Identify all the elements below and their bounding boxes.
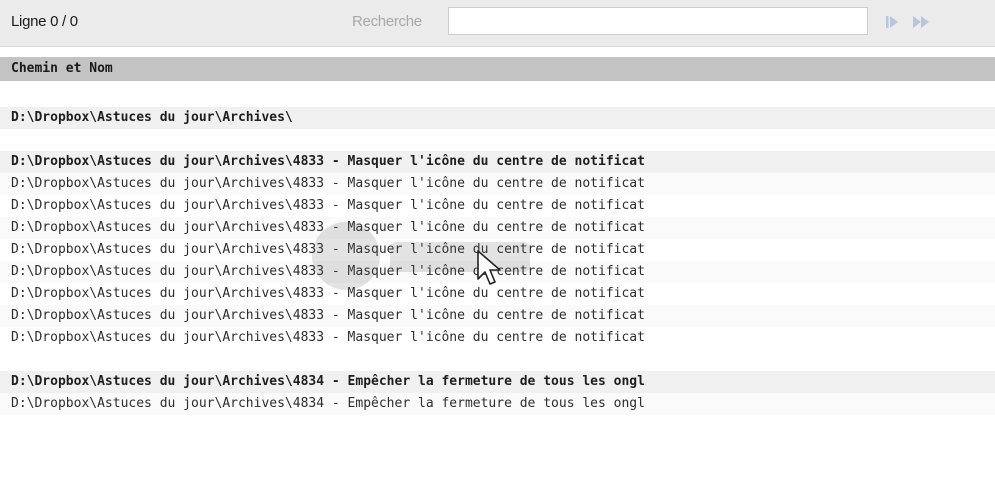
list-item[interactable]: D:\Dropbox\Astuces du jour\Archives\4834… (0, 393, 995, 415)
list-item[interactable]: D:\Dropbox\Astuces du jour\Archives\4833… (0, 261, 995, 283)
list-item[interactable]: D:\Dropbox\Astuces du jour\Archives\4834… (0, 371, 995, 393)
results-list: D:\Dropbox\Astuces du jour\Archives\ D:\D… (0, 0, 995, 490)
list-item[interactable]: D:\Dropbox\Astuces du jour\Archives\4833… (0, 239, 995, 261)
blank-row (0, 129, 995, 151)
blank-row (0, 85, 995, 107)
list-item[interactable]: D:\Dropbox\Astuces du jour\Archives\4833… (0, 217, 995, 239)
blank-row (0, 349, 995, 371)
list-item[interactable]: D:\Dropbox\Astuces du jour\Archives\4833… (0, 327, 995, 349)
list-item[interactable]: D:\Dropbox\Astuces du jour\Archives\ (0, 107, 995, 129)
list-item[interactable]: D:\Dropbox\Astuces du jour\Archives\4833… (0, 173, 995, 195)
list-item[interactable]: D:\Dropbox\Astuces du jour\Archives\4833… (0, 195, 995, 217)
list-item[interactable]: D:\Dropbox\Astuces du jour\Archives\4833… (0, 283, 995, 305)
list-item[interactable]: D:\Dropbox\Astuces du jour\Archives\4833… (0, 305, 995, 327)
list-item[interactable]: D:\Dropbox\Astuces du jour\Archives\4833… (0, 151, 995, 173)
